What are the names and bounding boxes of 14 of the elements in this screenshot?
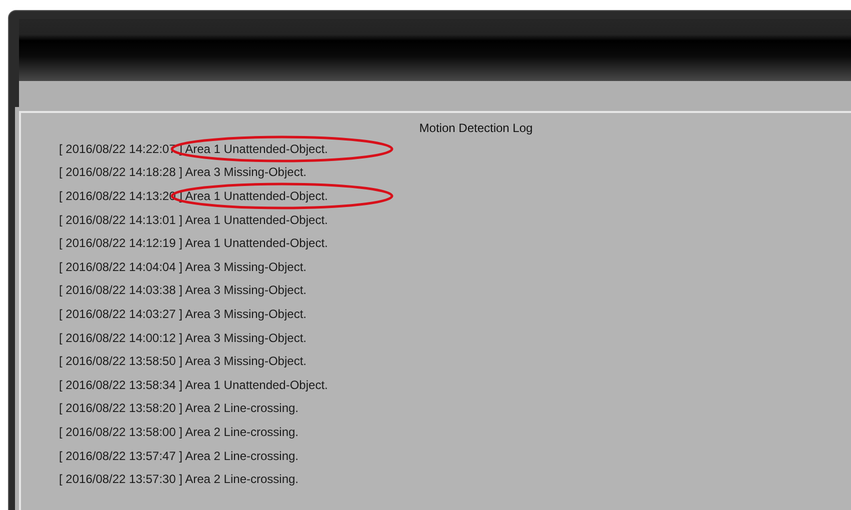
log-entry: [ 2016/08/22 14:13:01 ] Area 1 Unattended-Object. <box>59 212 328 227</box>
log-entry: [ 2016/08/22 13:57:30 ] Area 2 Line-crossing. <box>59 472 299 486</box>
log-entry: [ 2016/08/22 14:18:28 ] Area 3 Missing-Object. <box>59 165 306 180</box>
log-entry: [ 2016/08/22 13:58:20 ] Area 2 Line-crossing. <box>59 401 299 416</box>
log-entry: [ 2016/08/22 14:12:19 ] Area 1 Unattended-Object. <box>59 236 328 250</box>
log-entry: [ 2016/08/22 14:04:04 ] Area 3 Missing-Object. <box>59 260 306 274</box>
log-entry: [ 2016/08/22 13:58:34 ] Area 1 Unattended-Object. <box>59 378 328 392</box>
log-entry: [ 2016/08/22 13:57:47 ] Area 2 Line-crossing. <box>59 448 299 463</box>
log-entry: [ 2016/08/22 14:03:38 ] Area 3 Missing-Object. <box>59 283 306 298</box>
log-entry: [ 2016/08/22 14:00:12 ] Area 3 Missing-Object. <box>59 330 306 345</box>
log-entry: [ 2016/08/22 14:03:27 ] Area 3 Missing-Object. <box>59 306 306 321</box>
log-entry: [ 2016/08/22 13:58:50 ] Area 3 Missing-Object. <box>59 354 306 368</box>
log-title: Motion Detection Log <box>418 120 534 137</box>
log-entry: [ 2016/08/22 13:58:00 ] Area 2 Line-crossing. <box>59 424 299 439</box>
